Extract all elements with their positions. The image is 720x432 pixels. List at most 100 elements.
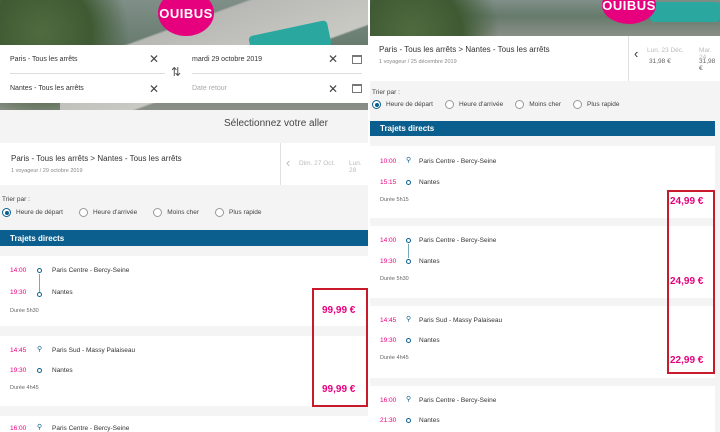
sort-label: Trier par : xyxy=(2,196,30,203)
clear-destination-icon[interactable]: ✕ xyxy=(149,82,159,96)
sort-label: Trier par : xyxy=(372,89,400,96)
bus-image xyxy=(650,2,720,22)
price-highlight-box xyxy=(312,288,368,407)
sort-fastest[interactable]: Plus rapide xyxy=(573,100,620,109)
trip-card[interactable]: 14:45 ⚲ Paris Sud - Massy Palaiseau 19:3… xyxy=(370,306,715,378)
route-dot xyxy=(37,368,42,373)
arrival-stop: Nantes xyxy=(419,337,440,344)
section-direct-trips: Trajets directs xyxy=(370,121,715,136)
route-dot xyxy=(406,418,411,423)
date-next[interactable]: Lun. 28 xyxy=(349,160,368,174)
arrival-time: 19:30 xyxy=(10,289,27,296)
departure-stop: Paris Sud - Massy Palaiseau xyxy=(52,347,136,354)
journey-summary: Paris - Tous les arrêts > Nantes - Tous … xyxy=(370,36,720,81)
departure-stop: Paris Centre - Bercy-Seine xyxy=(419,158,497,165)
arrival-stop: Nantes xyxy=(419,258,440,265)
calendar-icon[interactable] xyxy=(352,54,362,64)
date-navigator: ‹ Dim. 27 Oct. Lun. 28 xyxy=(280,143,368,185)
departure-time: 14:45 xyxy=(10,347,27,354)
journey-route: Paris - Tous les arrêts > Nantes - Tous … xyxy=(11,154,182,163)
sort-departure[interactable]: Heure de départ xyxy=(372,100,433,109)
hero-banner: OUIBUS xyxy=(370,0,720,36)
journey-sub: 1 voyageur / 29 octobre 2019 xyxy=(11,168,83,174)
date-prev-price: 31,98 € xyxy=(649,58,671,65)
route-line xyxy=(408,244,409,258)
sort-departure[interactable]: Heure de départ xyxy=(2,208,63,217)
journey-sub: 1 voyageur / 25 décembre 2019 xyxy=(379,59,457,65)
radio-icon[interactable] xyxy=(444,100,454,109)
chevron-left-icon[interactable]: ‹ xyxy=(634,46,638,61)
trip-card[interactable]: 16:00 ⚲ Paris Centre - Bercy-Seine 21:30… xyxy=(370,386,715,432)
arrival-time: 19:30 xyxy=(10,367,27,374)
departure-date-value: mardi 29 octobre 2019 xyxy=(192,55,263,63)
trip-card[interactable]: 10:00 ⚲ Paris Centre - Bercy-Seine 15:15… xyxy=(370,146,715,218)
arrival-time: 15:15 xyxy=(380,179,397,186)
location-pin-icon: ⚲ xyxy=(37,346,43,353)
arrival-stop: Nantes xyxy=(419,179,440,186)
date-prev[interactable]: Lun. 23 Déc. xyxy=(647,47,684,54)
sort-option-label: Plus rapide xyxy=(229,209,262,216)
date-next-price: 31,98 € xyxy=(699,58,716,72)
route-dot xyxy=(406,180,411,185)
origin-field[interactable]: Paris - Tous les arrêts ✕ xyxy=(10,45,165,74)
trip-card[interactable]: 14:00 Paris Centre - Bercy-Seine 19:30 N… xyxy=(370,226,715,298)
arrival-stop: Nantes xyxy=(52,289,73,296)
trip-card[interactable]: 16:00 ⚲ Paris Centre - Bercy-Seine xyxy=(0,416,368,432)
sort-arrival[interactable]: Heure d'arrivée xyxy=(78,208,137,217)
swap-icon[interactable]: ⇅ xyxy=(171,65,181,79)
destination-field[interactable]: Nantes - Tous les arrêts ✕ xyxy=(10,74,165,103)
clear-return-icon[interactable]: ✕ xyxy=(328,82,338,96)
sort-options: Heure de départ Heure d'arrivée Moins ch… xyxy=(372,100,636,109)
section-direct-trips: Trajets directs xyxy=(0,230,368,246)
origin-value: Paris - Tous les arrêts xyxy=(10,55,78,63)
departure-stop: Paris Centre - Bercy-Seine xyxy=(419,237,497,244)
sort-option-label: Moins cher xyxy=(529,101,562,108)
hero-trees xyxy=(370,0,510,36)
date-prev[interactable]: Dim. 27 Oct. xyxy=(299,160,335,167)
radio-icon[interactable] xyxy=(573,100,583,109)
date-navigator: ‹ Lun. 23 Déc. 31,98 € Mar. 24 31,98 € xyxy=(628,36,720,81)
departure-stop: Paris Sud - Massy Palaiseau xyxy=(419,317,503,324)
route-line xyxy=(39,274,40,292)
location-pin-icon: ⚲ xyxy=(37,424,43,431)
clear-origin-icon[interactable]: ✕ xyxy=(149,52,159,66)
sort-arrival[interactable]: Heure d'arrivée xyxy=(444,100,503,109)
destination-value: Nantes - Tous les arrêts xyxy=(10,85,84,92)
radio-icon[interactable] xyxy=(2,208,11,217)
departure-date-field[interactable]: mardi 29 octobre 2019 ✕ xyxy=(192,45,362,74)
location-pin-icon: ⚲ xyxy=(406,316,412,323)
radio-icon[interactable] xyxy=(515,100,525,109)
arrival-time: 19:30 xyxy=(380,258,397,265)
radio-icon[interactable] xyxy=(78,208,88,217)
radio-icon[interactable] xyxy=(372,100,381,109)
sort-options: Heure de départ Heure d'arrivée Moins ch… xyxy=(2,208,278,217)
sort-option-label: Plus rapide xyxy=(587,101,620,108)
departure-time: 16:00 xyxy=(10,425,27,432)
sort-fastest[interactable]: Plus rapide xyxy=(215,208,262,217)
sort-option-label: Moins cher xyxy=(167,209,200,216)
return-date-field[interactable]: Date retour ✕ xyxy=(192,74,362,103)
sort-cheapest[interactable]: Moins cher xyxy=(153,208,199,217)
radio-icon[interactable] xyxy=(215,208,225,217)
sort-option-label: Heure de départ xyxy=(16,209,63,216)
route-dot xyxy=(406,238,411,243)
departure-time: 14:45 xyxy=(380,317,397,324)
sort-option-label: Heure de départ xyxy=(386,101,433,108)
departure-time: 10:00 xyxy=(380,158,397,165)
chevron-left-icon[interactable]: ‹ xyxy=(286,155,290,170)
radio-icon[interactable] xyxy=(153,208,163,217)
route-dot xyxy=(406,338,411,343)
sort-cheapest[interactable]: Moins cher xyxy=(515,100,561,109)
arrival-time: 21:30 xyxy=(380,417,397,424)
trip-duration: Durée 4h45 xyxy=(380,355,409,361)
price-highlight-box xyxy=(667,190,715,374)
clear-date-icon[interactable]: ✕ xyxy=(328,52,338,66)
departure-time: 14:00 xyxy=(380,237,397,244)
ouibus-logo: OUIBUS xyxy=(602,0,656,24)
trip-duration: Durée 5h30 xyxy=(380,276,409,282)
calendar-icon[interactable] xyxy=(352,84,362,93)
journey-route: Paris - Tous les arrêts > Nantes - Tous … xyxy=(379,45,550,54)
route-dot xyxy=(406,259,411,264)
route-dot xyxy=(37,292,42,297)
arrival-time: 19:30 xyxy=(380,337,397,344)
